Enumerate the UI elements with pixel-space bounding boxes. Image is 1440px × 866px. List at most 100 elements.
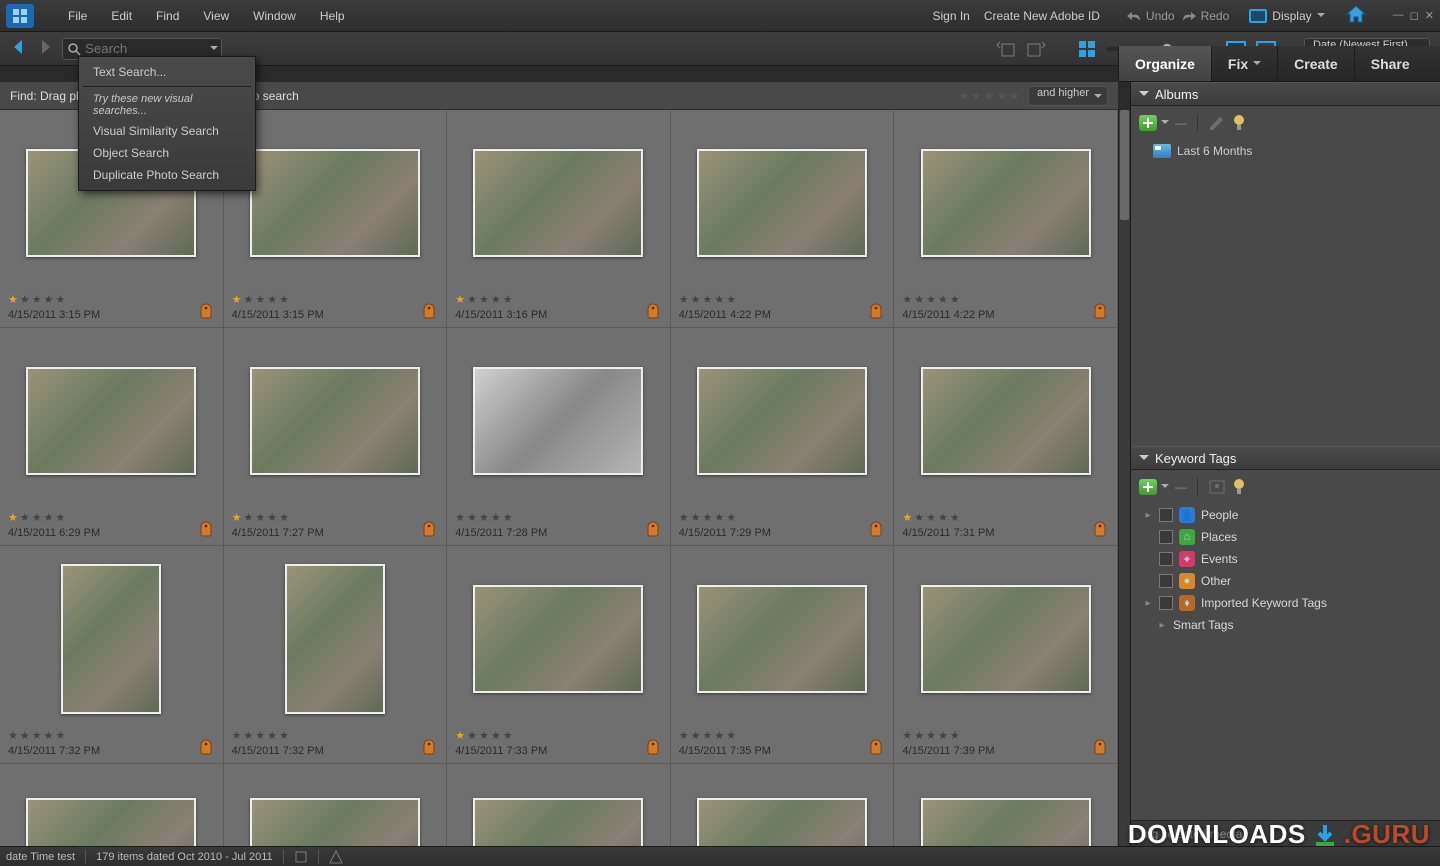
thumbnail-rating[interactable]: ★★★★★ bbox=[455, 293, 662, 306]
tag-checkbox[interactable] bbox=[1159, 574, 1173, 588]
star-icon[interactable]: ★ bbox=[8, 511, 18, 524]
keyword-row-imported[interactable]: ▸ ⬧ Imported Keyword Tags bbox=[1143, 592, 1432, 614]
add-album-button[interactable] bbox=[1139, 115, 1157, 131]
thumbnail-rating[interactable]: ★★★★★ bbox=[8, 293, 215, 306]
thumbnail-grid[interactable]: ★★★★★4/15/2011 3:15 PM★★★★★4/15/2011 3:1… bbox=[0, 110, 1118, 846]
status-icon[interactable] bbox=[294, 850, 308, 864]
tag-icon[interactable] bbox=[869, 739, 883, 755]
star-icon[interactable]: ★ bbox=[902, 729, 912, 742]
thumbnail-cell[interactable]: ★★★★★4/15/2011 7:27 PM bbox=[224, 328, 448, 546]
thumbnail-rating[interactable]: ★★★★★ bbox=[679, 511, 886, 524]
tag-icon[interactable] bbox=[869, 303, 883, 319]
star-icon[interactable]: ★ bbox=[20, 511, 30, 524]
tag-icon[interactable] bbox=[869, 521, 883, 537]
star-icon[interactable]: ★ bbox=[455, 511, 465, 524]
nav-forward-button[interactable] bbox=[36, 38, 54, 59]
albums-panel-header[interactable]: Albums bbox=[1131, 82, 1440, 106]
star-icon[interactable]: ★ bbox=[467, 511, 477, 524]
thumbnail-image[interactable] bbox=[921, 367, 1091, 475]
add-tag-button[interactable] bbox=[1139, 479, 1157, 495]
thumbnail-rating[interactable]: ★★★★★ bbox=[232, 729, 439, 742]
star-icon[interactable]: ★ bbox=[679, 293, 689, 306]
thumbnail-cell[interactable] bbox=[671, 764, 895, 846]
star-icon[interactable]: ★ bbox=[44, 293, 54, 306]
star-icon[interactable]: ★ bbox=[8, 293, 18, 306]
menu-find[interactable]: Find bbox=[146, 5, 189, 27]
star-icon[interactable]: ★ bbox=[703, 511, 713, 524]
star-icon[interactable]: ★ bbox=[467, 293, 477, 306]
thumbnail-image[interactable] bbox=[697, 798, 867, 846]
star-icon[interactable]: ★ bbox=[455, 293, 465, 306]
star-icon[interactable]: ★ bbox=[255, 729, 265, 742]
star-icon[interactable]: ★ bbox=[467, 729, 477, 742]
thumbnail-view-icon[interactable] bbox=[1078, 40, 1096, 58]
star-icon[interactable]: ★ bbox=[703, 293, 713, 306]
thumbnail-rating[interactable]: ★★★★★ bbox=[679, 729, 886, 742]
star-icon[interactable]: ★ bbox=[491, 729, 501, 742]
star-icon[interactable]: ★ bbox=[958, 89, 969, 103]
tab-organize[interactable]: Organize bbox=[1118, 46, 1211, 81]
edit-icon[interactable] bbox=[1208, 115, 1226, 131]
sign-in-link[interactable]: Sign In bbox=[932, 9, 969, 23]
star-icon[interactable]: ★ bbox=[243, 729, 253, 742]
rating-filter-stars[interactable]: ★ ★ ★ ★ ★ bbox=[958, 89, 1020, 103]
thumbnail-rating[interactable]: ★★★★★ bbox=[902, 511, 1109, 524]
thumbnail-cell[interactable]: ★★★★★4/15/2011 3:15 PM bbox=[224, 110, 448, 328]
thumbnail-image[interactable] bbox=[61, 564, 161, 714]
star-icon[interactable]: ★ bbox=[255, 293, 265, 306]
thumbnail-cell[interactable]: ★★★★★4/15/2011 7:35 PM bbox=[671, 546, 895, 764]
star-icon[interactable]: ★ bbox=[503, 511, 513, 524]
tag-icon[interactable] bbox=[422, 521, 436, 537]
star-icon[interactable]: ★ bbox=[479, 511, 489, 524]
keyword-row-places[interactable]: ⌂ Places bbox=[1143, 526, 1432, 548]
star-icon[interactable]: ★ bbox=[279, 293, 289, 306]
star-icon[interactable]: ★ bbox=[8, 729, 18, 742]
thumbnail-cell[interactable]: ★★★★★4/15/2011 7:32 PM bbox=[224, 546, 448, 764]
thumbnail-cell[interactable]: ★★★★★4/15/2011 7:28 PM bbox=[447, 328, 671, 546]
star-icon[interactable]: ★ bbox=[996, 89, 1007, 103]
nav-back-button[interactable] bbox=[10, 38, 28, 59]
scrollbar-thumb[interactable] bbox=[1120, 110, 1129, 220]
star-icon[interactable]: ★ bbox=[950, 729, 960, 742]
create-adobe-id-link[interactable]: Create New Adobe ID bbox=[984, 9, 1100, 23]
star-icon[interactable]: ★ bbox=[503, 293, 513, 306]
tag-icon[interactable] bbox=[646, 303, 660, 319]
tag-checkbox[interactable] bbox=[1159, 508, 1173, 522]
album-item[interactable]: Last 6 Months bbox=[1139, 140, 1432, 162]
star-icon[interactable]: ★ bbox=[691, 729, 701, 742]
expand-icon[interactable]: ▸ bbox=[1143, 598, 1153, 609]
star-icon[interactable]: ★ bbox=[691, 293, 701, 306]
star-icon[interactable]: ★ bbox=[726, 293, 736, 306]
tag-icon[interactable] bbox=[422, 739, 436, 755]
expand-icon[interactable]: ▸ bbox=[1143, 510, 1153, 521]
star-icon[interactable]: ★ bbox=[32, 293, 42, 306]
star-icon[interactable]: ★ bbox=[902, 511, 912, 524]
thumbnail-image[interactable] bbox=[921, 585, 1091, 693]
thumbnail-rating[interactable]: ★★★★★ bbox=[232, 511, 439, 524]
thumbnail-image[interactable] bbox=[250, 798, 420, 846]
star-icon[interactable]: ★ bbox=[926, 511, 936, 524]
thumbnail-cell[interactable]: ★★★★★4/15/2011 4:22 PM bbox=[671, 110, 895, 328]
tab-fix[interactable]: Fix bbox=[1211, 46, 1277, 81]
star-icon[interactable]: ★ bbox=[726, 729, 736, 742]
star-icon[interactable]: ★ bbox=[926, 293, 936, 306]
star-icon[interactable]: ★ bbox=[267, 511, 277, 524]
star-icon[interactable]: ★ bbox=[914, 293, 924, 306]
thumbnail-rating[interactable]: ★★★★★ bbox=[232, 293, 439, 306]
star-icon[interactable]: ★ bbox=[232, 293, 242, 306]
star-icon[interactable]: ★ bbox=[714, 293, 724, 306]
star-icon[interactable]: ★ bbox=[232, 511, 242, 524]
star-icon[interactable]: ★ bbox=[938, 729, 948, 742]
star-icon[interactable]: ★ bbox=[32, 511, 42, 524]
star-icon[interactable]: ★ bbox=[255, 511, 265, 524]
remove-button[interactable]: — bbox=[1175, 480, 1187, 494]
undo-button[interactable]: Undo bbox=[1126, 9, 1175, 23]
star-icon[interactable]: ★ bbox=[455, 729, 465, 742]
star-icon[interactable]: ★ bbox=[20, 293, 30, 306]
tag-icon[interactable] bbox=[1093, 303, 1107, 319]
tag-checkbox[interactable] bbox=[1159, 596, 1173, 610]
thumbnail-rating[interactable]: ★★★★★ bbox=[679, 293, 886, 306]
star-icon[interactable]: ★ bbox=[32, 729, 42, 742]
keyword-row-smart-tags[interactable]: ▸ Smart Tags bbox=[1143, 614, 1432, 636]
tips-icon[interactable] bbox=[1232, 114, 1246, 132]
